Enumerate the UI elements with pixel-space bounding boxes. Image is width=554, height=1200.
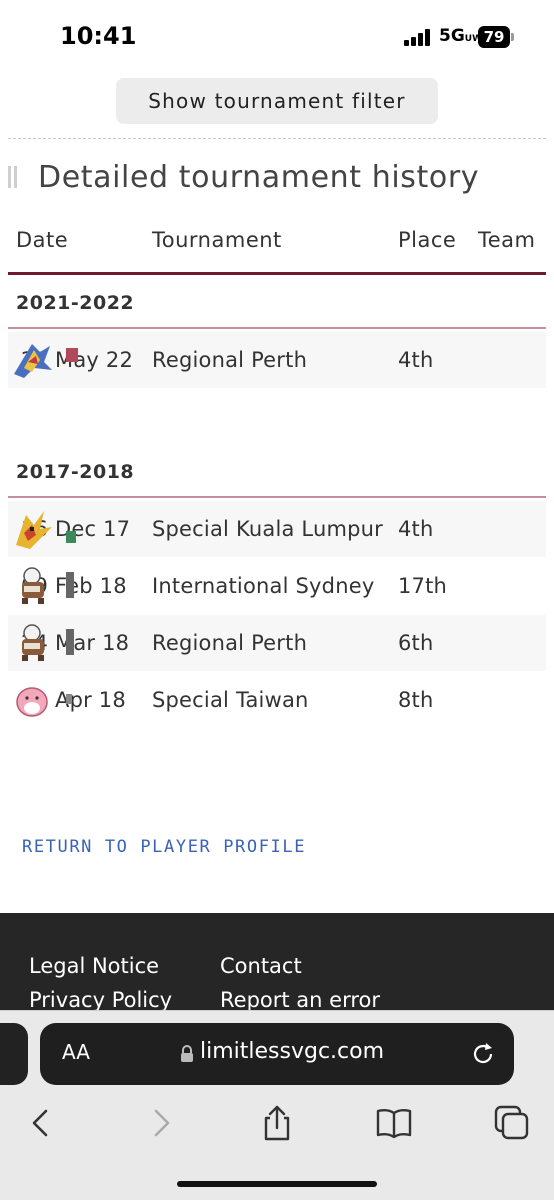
lock-icon bbox=[181, 1045, 193, 1062]
battery-icon: 79 bbox=[478, 26, 510, 48]
row-tournament-link[interactable]: Special Kuala Lumpur bbox=[152, 501, 383, 557]
privacy-policy-link[interactable]: Privacy Policy bbox=[29, 988, 172, 1012]
url-text[interactable]: limitlessvgc.com bbox=[200, 1039, 384, 1064]
team-sprites[interactable] bbox=[8, 332, 78, 388]
page-title: Detailed tournament history bbox=[38, 159, 480, 195]
pokemon-sprite-icon bbox=[16, 511, 52, 549]
signal-icon bbox=[404, 28, 434, 46]
row-tournament-link[interactable]: Regional Perth bbox=[152, 615, 307, 671]
legal-notice-link[interactable]: Legal Notice bbox=[29, 954, 159, 978]
row-tournament-link[interactable]: Regional Perth bbox=[152, 332, 307, 388]
header-divider bbox=[8, 272, 546, 275]
home-indicator bbox=[177, 1181, 377, 1187]
season-label: 2017-2018 bbox=[16, 461, 135, 483]
pokemon-sprite-icon bbox=[14, 344, 52, 378]
table-row[interactable]: 21 Apr 18 Special Taiwan 8th bbox=[8, 672, 546, 728]
pokemon-sprite-icon bbox=[16, 687, 48, 717]
section-heading: Detailed tournament history bbox=[8, 157, 479, 197]
reload-icon[interactable] bbox=[470, 1041, 496, 1067]
season-divider bbox=[8, 327, 546, 329]
divider bbox=[8, 138, 546, 139]
tabs-icon[interactable] bbox=[492, 1103, 532, 1143]
status-time: 10:41 bbox=[60, 22, 137, 50]
column-header-tournament[interactable]: Tournament bbox=[152, 228, 282, 252]
table-row[interactable]: 16 Dec 17 Special Kuala Lumpur 4th bbox=[8, 501, 546, 557]
row-place: 4th bbox=[398, 517, 434, 541]
battery-tip bbox=[511, 33, 514, 41]
bookmarks-icon[interactable] bbox=[374, 1103, 414, 1143]
pokemon-sprite-icon bbox=[22, 624, 44, 661]
row-place: 17th bbox=[398, 574, 448, 598]
text-size-button[interactable]: AA bbox=[62, 1040, 90, 1064]
share-icon[interactable] bbox=[257, 1103, 297, 1143]
column-header-date[interactable]: Date bbox=[16, 228, 68, 252]
column-header-team[interactable]: Team bbox=[478, 228, 536, 252]
table-row[interactable]: 09 Feb 18 International Sydney 17th bbox=[8, 558, 546, 614]
contact-link[interactable]: Contact bbox=[220, 954, 302, 978]
row-place: 6th bbox=[398, 631, 434, 655]
browser-toolbar: AA limitlessvgc.com bbox=[0, 1010, 554, 1200]
pokemon-sprite-icon bbox=[66, 348, 78, 362]
team-sprites[interactable] bbox=[8, 501, 76, 557]
pokemon-sprite-icon bbox=[66, 531, 76, 543]
row-tournament-link[interactable]: International Sydney bbox=[152, 558, 374, 614]
footer: Legal Notice Contact Privacy Policy Repo… bbox=[0, 913, 554, 1023]
forward-icon[interactable] bbox=[140, 1103, 180, 1143]
return-to-player-profile-link[interactable]: RETURN TO PLAYER PROFILE bbox=[22, 837, 306, 857]
pokemon-sprite-icon bbox=[66, 694, 72, 704]
status-bar: 10:41 5GUW 79 bbox=[0, 0, 554, 72]
table-row[interactable]: 21 May 22 Regional Perth 4th bbox=[8, 332, 546, 388]
previous-tab-preview[interactable] bbox=[0, 1023, 28, 1085]
back-icon[interactable] bbox=[22, 1103, 62, 1143]
team-sprites[interactable] bbox=[8, 672, 76, 728]
pokemon-sprite-icon bbox=[22, 567, 44, 604]
pokemon-sprite-icon bbox=[66, 629, 74, 655]
drag-handle-icon bbox=[8, 166, 22, 188]
address-bar[interactable]: AA limitlessvgc.com bbox=[40, 1023, 514, 1085]
pokemon-sprite-icon bbox=[66, 572, 74, 598]
table-row[interactable]: 24 Mar 18 Regional Perth 6th bbox=[8, 615, 546, 671]
season-label: 2021-2022 bbox=[16, 292, 135, 314]
report-error-link[interactable]: Report an error bbox=[220, 988, 380, 1012]
show-tournament-filter-button[interactable]: Show tournament filter bbox=[116, 78, 438, 124]
team-sprites[interactable] bbox=[8, 615, 76, 671]
season-divider bbox=[8, 496, 546, 498]
column-header-place[interactable]: Place bbox=[398, 228, 456, 252]
row-place: 4th bbox=[398, 348, 434, 372]
row-place: 8th bbox=[398, 688, 434, 712]
network-label: 5GUW bbox=[439, 26, 483, 46]
row-tournament-link[interactable]: Special Taiwan bbox=[152, 672, 309, 728]
team-sprites[interactable] bbox=[8, 558, 76, 614]
